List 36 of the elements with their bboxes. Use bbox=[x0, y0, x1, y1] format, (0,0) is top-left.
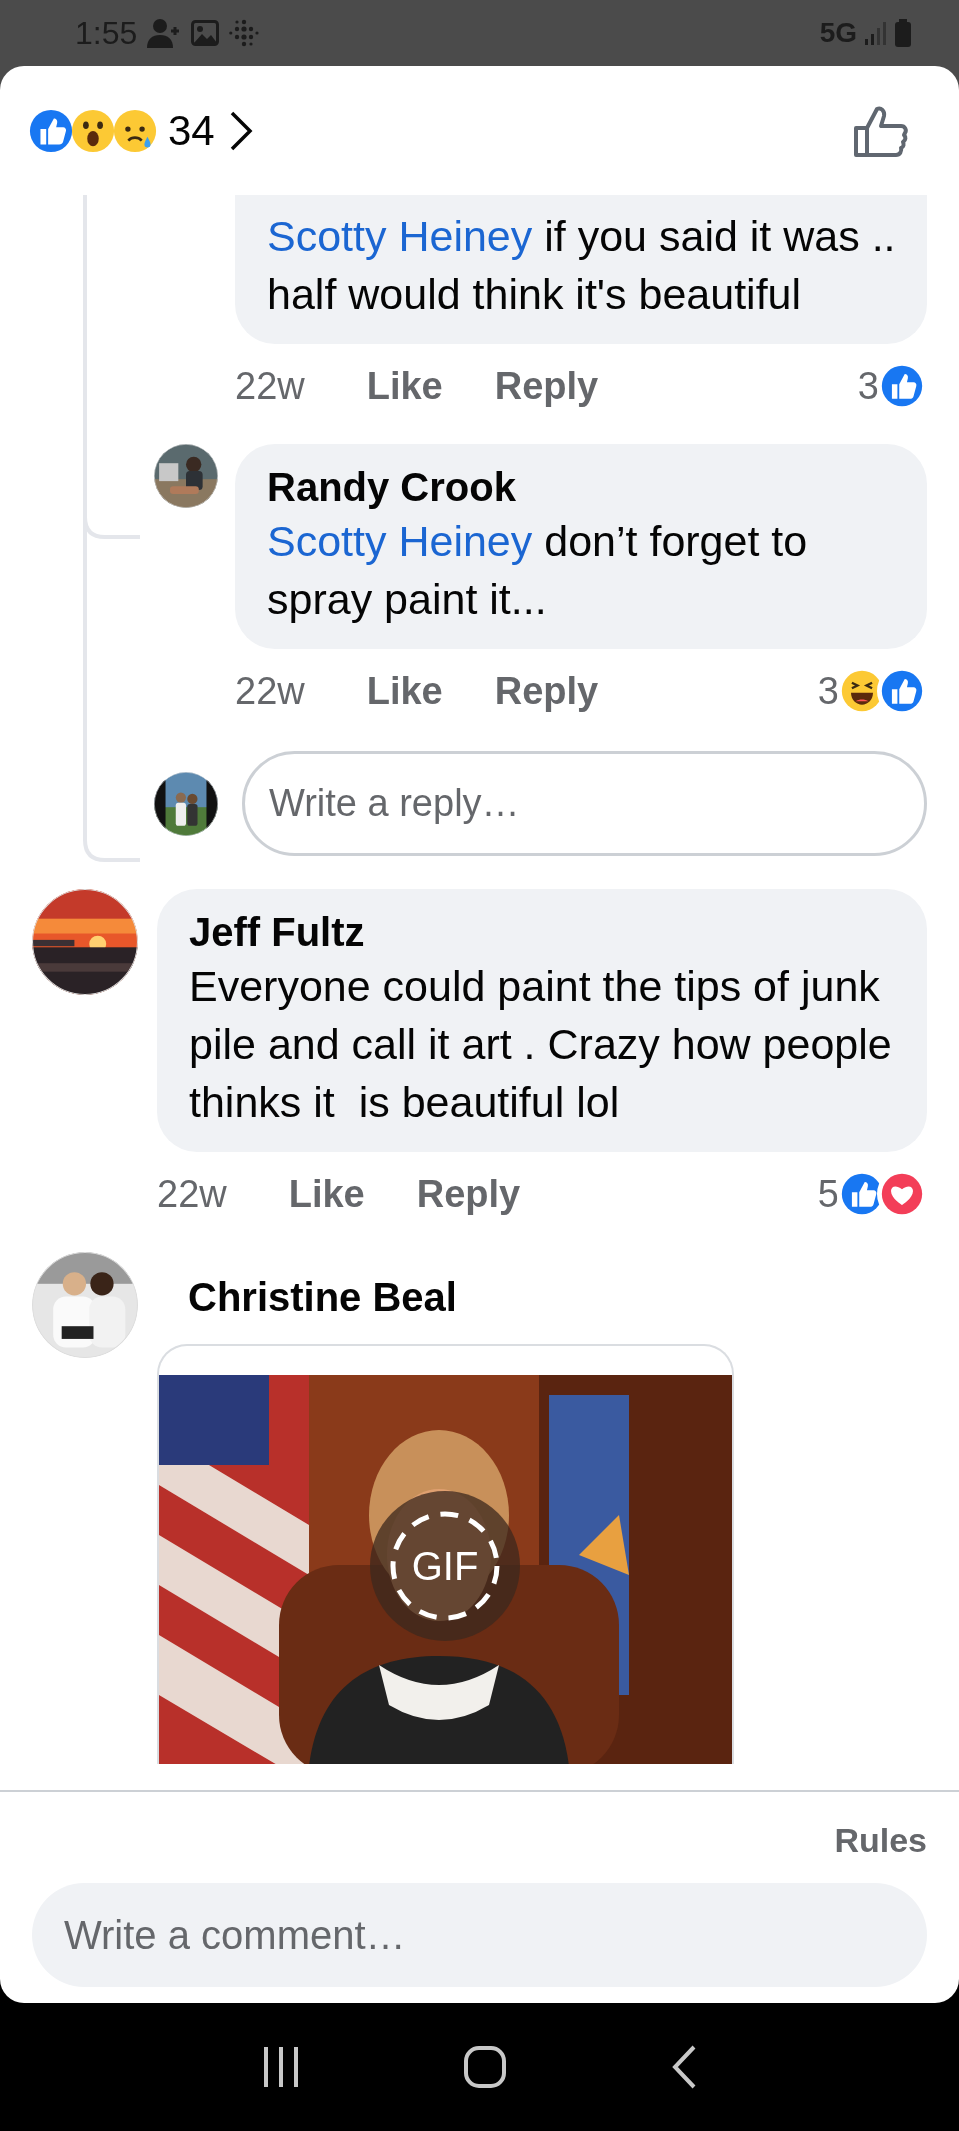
author-name[interactable]: Randy Crook bbox=[267, 462, 907, 512]
like-reaction-icon bbox=[28, 107, 74, 154]
reaction-count: 3 bbox=[817, 669, 839, 713]
author-name[interactable]: Jeff Fultz bbox=[189, 907, 907, 957]
reply-button[interactable]: Reply bbox=[494, 364, 599, 408]
battery-icon bbox=[895, 19, 911, 47]
like-icon[interactable] bbox=[853, 103, 909, 158]
dots-icon bbox=[229, 18, 260, 48]
reply-button[interactable]: Reply bbox=[494, 669, 599, 713]
mention-link[interactable]: Scotty Heiney bbox=[267, 517, 533, 565]
rules-link[interactable]: Rules bbox=[834, 1821, 927, 1860]
sad-reaction-icon bbox=[112, 107, 158, 154]
mention-link[interactable]: Scotty Heiney bbox=[267, 212, 533, 260]
reaction-count[interactable]: 34 bbox=[168, 106, 215, 155]
like-button[interactable]: Like bbox=[366, 364, 443, 408]
comment-field[interactable]: Write a comment… bbox=[32, 1883, 927, 1987]
gif-card[interactable]: GIF bbox=[157, 1344, 734, 1764]
reply-button[interactable]: Reply bbox=[416, 1172, 521, 1216]
comment-text: Everyone could paint the tips of junk pile and call it art . Crazy how people thinks it is beautiful lol bbox=[189, 961, 893, 1128]
comment-time: 22w bbox=[235, 669, 305, 713]
add-person-icon bbox=[147, 18, 182, 48]
wow-reaction-icon bbox=[70, 107, 116, 154]
reaction-count: 5 bbox=[817, 1172, 839, 1216]
like-button[interactable]: Like bbox=[366, 669, 443, 713]
image-icon bbox=[191, 20, 220, 46]
like-button[interactable]: Like bbox=[288, 1172, 365, 1216]
reply-field[interactable]: Write a reply… bbox=[242, 751, 927, 856]
author-name[interactable]: Christine Beal bbox=[188, 1272, 927, 1322]
comment-time: 22w bbox=[235, 364, 305, 408]
comment-time: 22w bbox=[157, 1172, 227, 1216]
comment-text: Scotty Heiney don’t forget to spray paint it... bbox=[267, 516, 809, 625]
signal-icon bbox=[865, 21, 887, 45]
chevron-right-icon[interactable] bbox=[228, 109, 253, 152]
home-icon[interactable] bbox=[463, 2045, 508, 2089]
comment-text: Scotty Heiney if you said it was .. half would think it's beautiful bbox=[267, 211, 897, 320]
reaction-count: 3 bbox=[857, 364, 879, 408]
